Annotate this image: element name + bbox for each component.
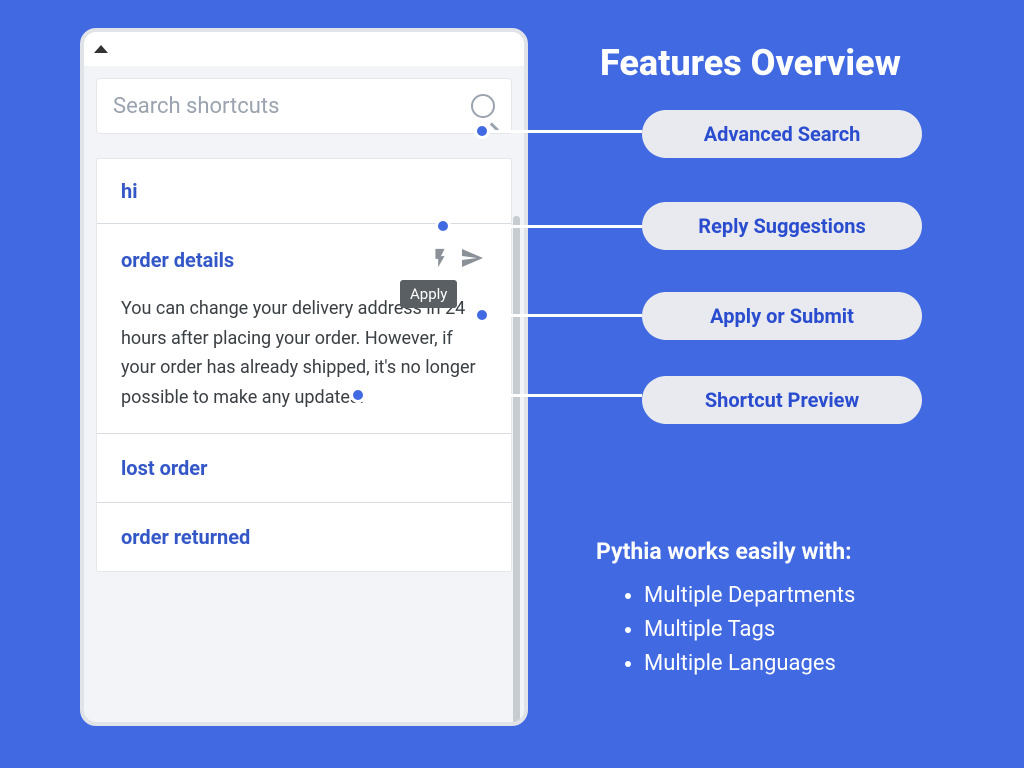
bolt-icon[interactable] <box>429 244 451 276</box>
apply-tooltip: Apply <box>400 280 457 308</box>
panel-header[interactable] <box>84 32 524 66</box>
callout-dot <box>350 387 366 403</box>
works-with-item: Multiple Tags <box>644 613 855 647</box>
callout-dot <box>474 123 490 139</box>
shortcut-title: hi <box>121 179 487 203</box>
works-with-item: Multiple Departments <box>644 579 855 613</box>
works-with-item: Multiple Languages <box>644 647 855 681</box>
callout-line <box>366 394 642 397</box>
list-item[interactable]: order details You can change your delive… <box>97 224 511 434</box>
callout-advanced-search: Advanced Search <box>642 110 922 158</box>
search-icon <box>471 94 495 118</box>
list-item[interactable]: order returned <box>97 503 511 571</box>
callout-line <box>490 314 642 317</box>
callout-line <box>490 130 642 133</box>
callout-apply-submit: Apply or Submit <box>642 292 922 340</box>
list-item[interactable]: hi <box>97 159 511 224</box>
works-with-title: Pythia works easily with: <box>596 538 855 565</box>
shortcuts-panel: Search shortcuts hi order details You ca… <box>80 28 528 726</box>
callout-dot <box>435 218 451 234</box>
chevron-up-icon <box>94 45 108 53</box>
scrollbar[interactable] <box>513 216 520 726</box>
works-with-section: Pythia works easily with: Multiple Depar… <box>596 538 855 681</box>
callout-line <box>451 225 642 228</box>
shortcut-list: hi order details You can change your del… <box>96 158 512 572</box>
callout-shortcut-preview: Shortcut Preview <box>642 376 922 424</box>
shortcut-title: order returned <box>121 525 487 549</box>
list-item[interactable]: lost order <box>97 434 511 503</box>
shortcut-title: order details <box>121 248 429 272</box>
callout-dot <box>474 307 490 323</box>
shortcut-title: lost order <box>121 456 487 480</box>
callout-reply-suggestions: Reply Suggestions <box>642 202 922 250</box>
send-icon[interactable] <box>457 246 487 274</box>
page-title: Features Overview <box>600 42 901 84</box>
search-placeholder: Search shortcuts <box>113 94 471 119</box>
search-input[interactable]: Search shortcuts <box>96 78 512 134</box>
